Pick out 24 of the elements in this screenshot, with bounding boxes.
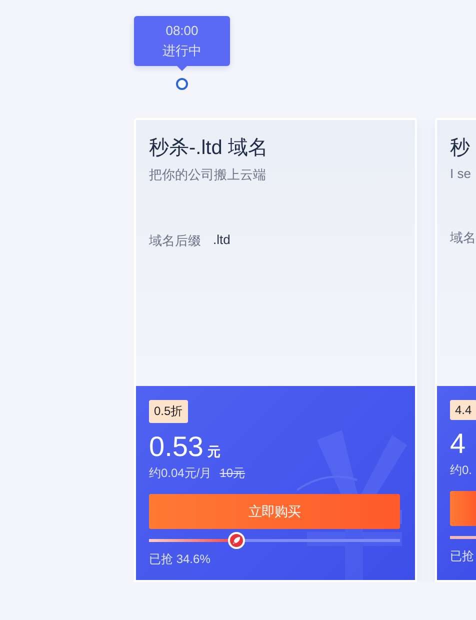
monthly-price: 约0.04元/月: [149, 465, 212, 482]
sold-percentage: 已抢: [450, 548, 474, 565]
rocket-icon: [228, 532, 245, 549]
price-unit: 元: [208, 443, 220, 461]
card-title: 秒: [450, 136, 471, 161]
card-subtitle: 把你的公司搬上云端: [149, 166, 267, 184]
progress-track: [450, 536, 476, 539]
discount-badge: 0.5折: [149, 400, 188, 423]
time-label: 08:00: [166, 22, 198, 40]
original-price: 10元: [220, 465, 246, 482]
buy-button[interactable]: [450, 491, 476, 526]
timeline-dot: [176, 78, 188, 90]
card-title: 秒杀-.ltd 域名: [149, 136, 269, 161]
spec-label: 域名后缀: [149, 232, 201, 250]
discount-badge: 4.4: [450, 400, 476, 420]
sold-percentage: 已抢 34.6%: [149, 551, 210, 568]
price: 4: [450, 428, 466, 460]
spec-value: .ltd: [213, 232, 230, 249]
buy-button[interactable]: 立即购买: [149, 494, 400, 529]
card-subtitle: I se: [450, 166, 472, 181]
spec-label: 域名: [450, 229, 476, 247]
status-label: 进行中: [162, 42, 202, 60]
monthly-price: 约0.: [450, 462, 472, 479]
price: 0.53: [149, 431, 204, 463]
